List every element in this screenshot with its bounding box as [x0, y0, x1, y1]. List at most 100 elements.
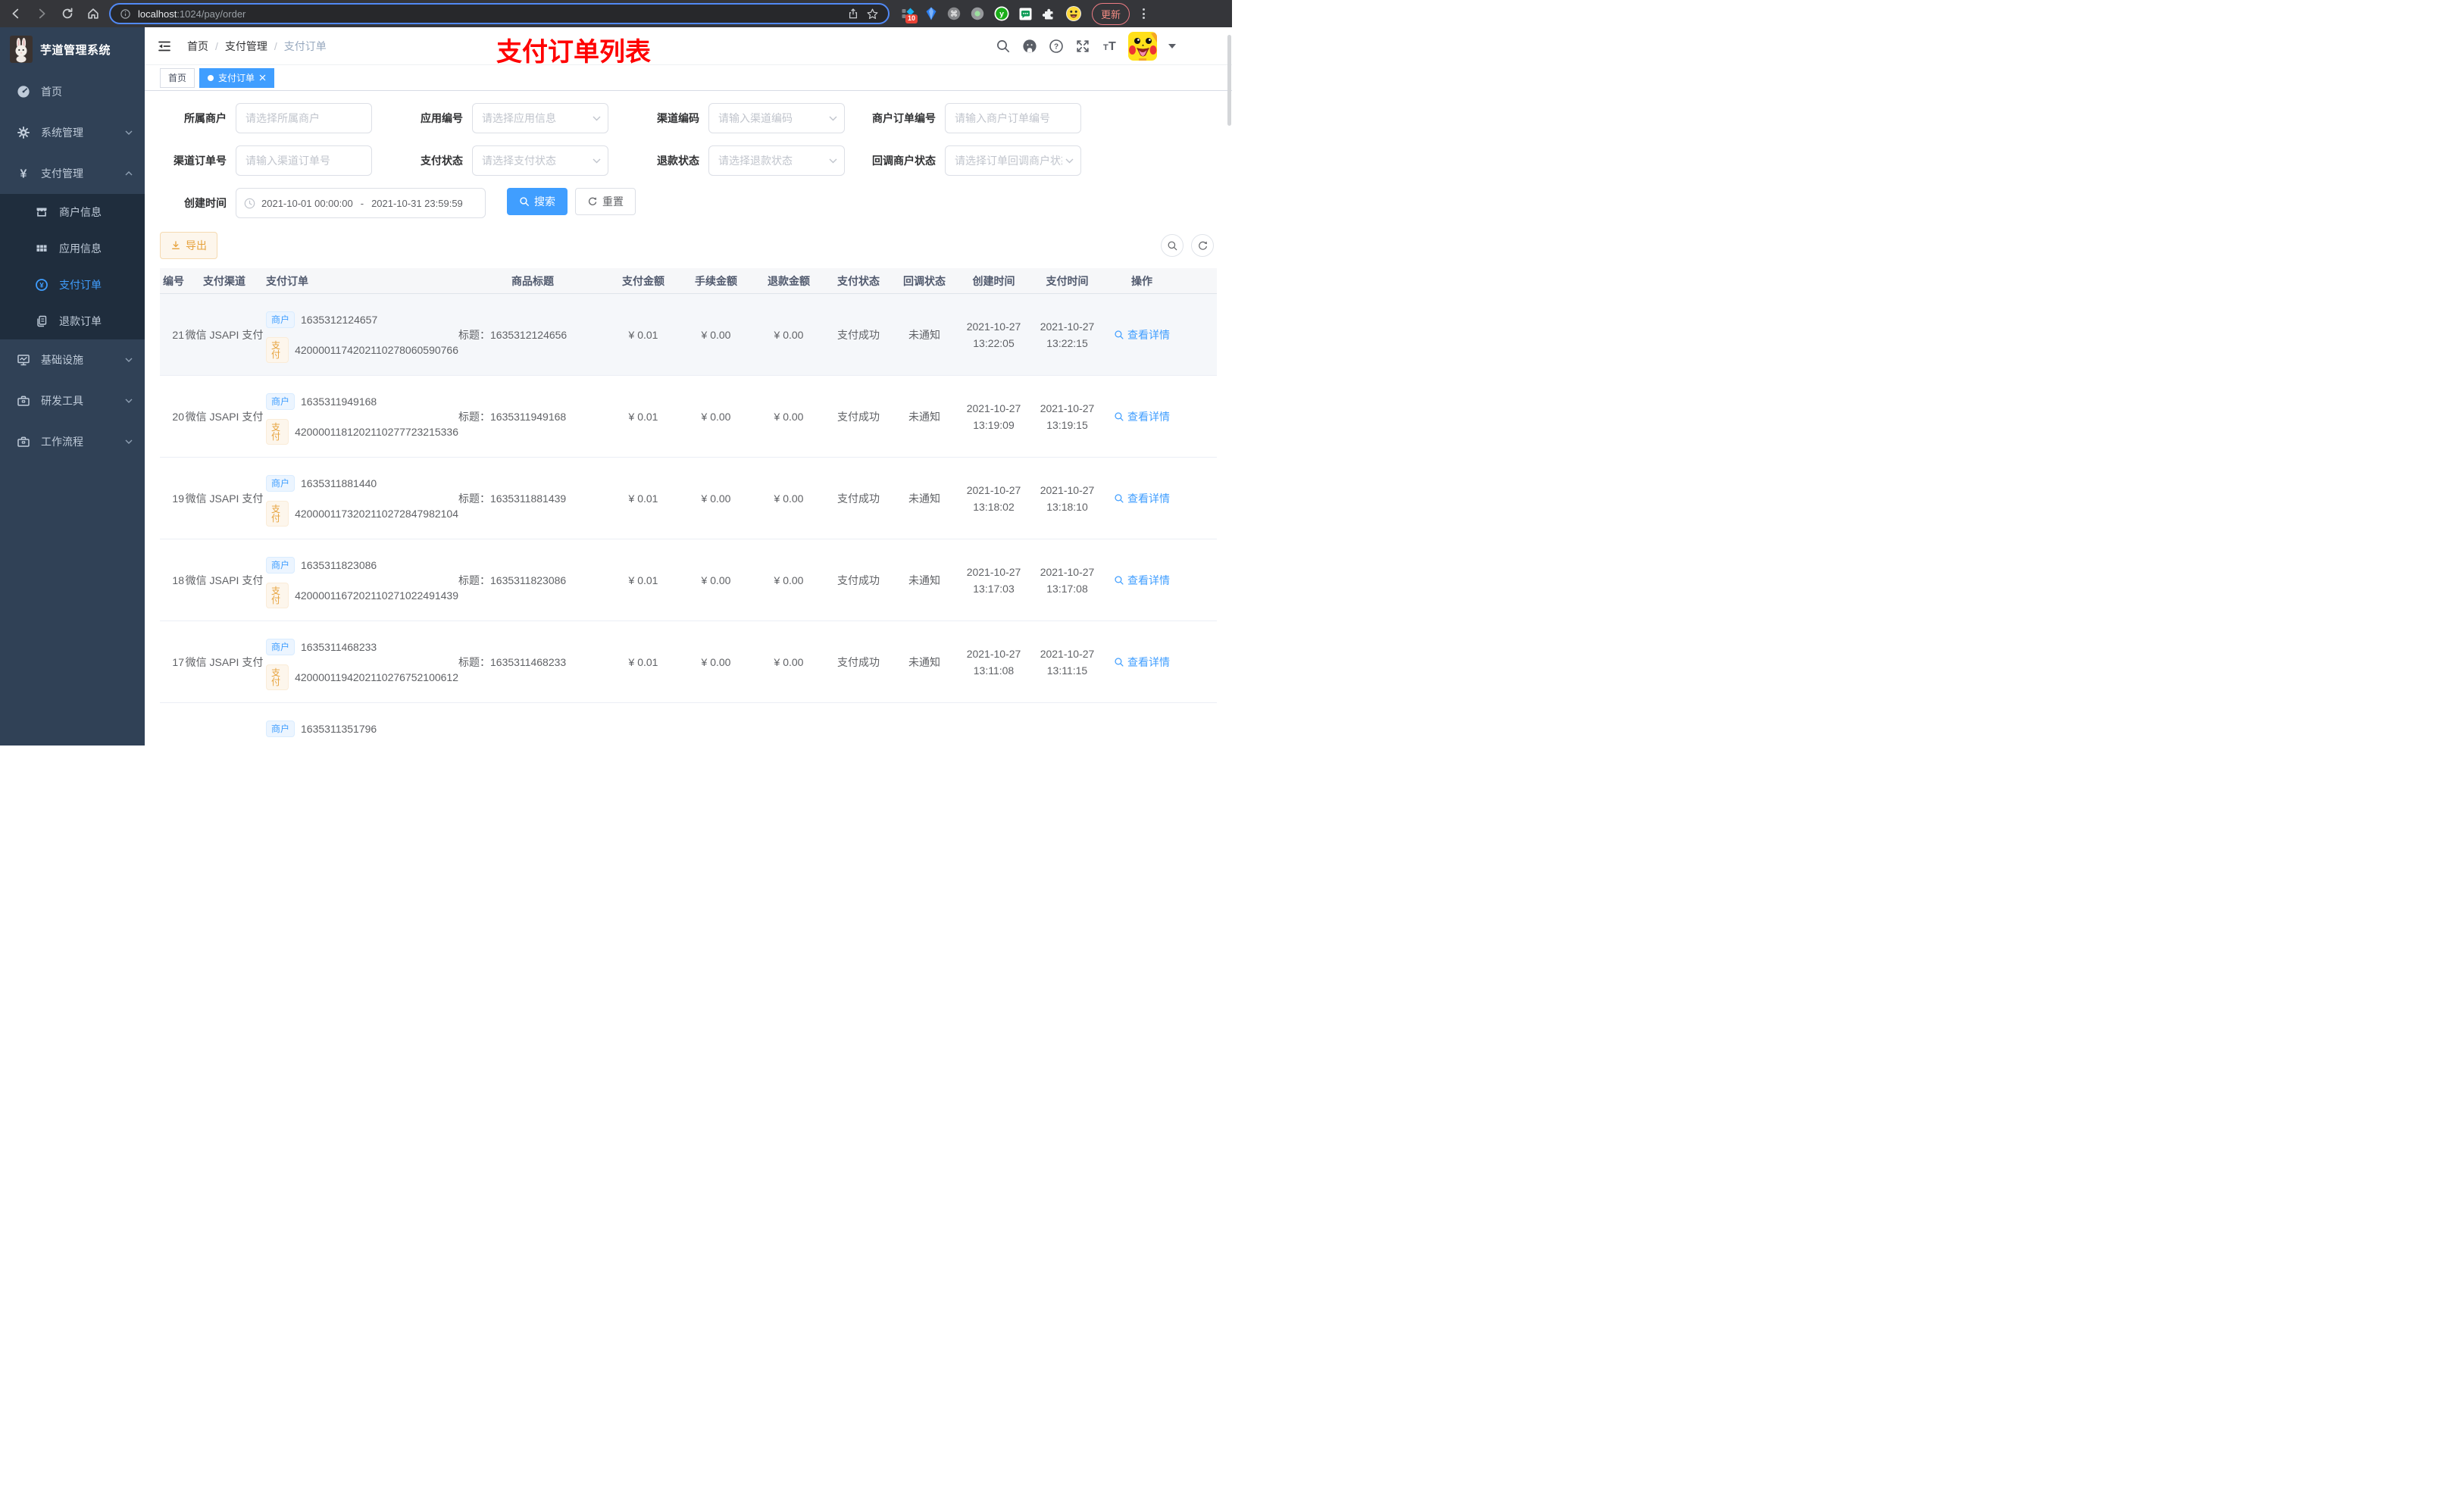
bookmark-star-icon[interactable]	[866, 8, 879, 20]
notify-status-select[interactable]: 请选择订单回调商户状态	[945, 145, 1081, 176]
sidebar-item-refund-order[interactable]: 退款订单	[0, 303, 145, 339]
cell-create-time: 2021-10-27 13:19:09	[966, 402, 1021, 431]
sidebar-item-infra[interactable]: 基础设施	[0, 339, 145, 380]
cell-fee-amount: ¥ 0.00	[701, 329, 731, 341]
github-icon[interactable]	[1022, 39, 1037, 54]
merchant-order-no-input[interactable]: 请输入商户订单编号	[945, 103, 1081, 133]
tab-close-icon[interactable]	[259, 74, 266, 81]
merchant-select[interactable]: 请选择所属商户	[236, 103, 372, 133]
search-icon	[1115, 576, 1124, 585]
table-row: 19 微信 JSAPI 支付 商户 1635311881440 支付 42000…	[160, 458, 1217, 539]
cell-pay-time: 2021-10-27 13:19:15	[1040, 402, 1095, 431]
breadcrumb: 首页 / 支付管理 / 支付订单	[187, 39, 327, 54]
fullscreen-icon[interactable]	[1075, 39, 1090, 54]
cell-pay-order: 商户 1635311351796 支付	[264, 703, 458, 746]
refresh-table-button[interactable]	[1191, 234, 1214, 257]
cell-refund-amount: ¥ 0.00	[774, 411, 804, 423]
merchant-tag: 商户	[266, 311, 295, 328]
extension-y-icon[interactable]: y	[994, 6, 1009, 21]
merchant-order-line: 商户 1635312124657	[266, 309, 377, 330]
breadcrumb-pay[interactable]: 支付管理	[225, 39, 267, 54]
url-text: localhost:1024/pay/order	[138, 8, 246, 20]
sidebar-item-workflow[interactable]: 工作流程	[0, 421, 145, 462]
app-select[interactable]: 请选择应用信息	[472, 103, 608, 133]
browser-chrome: localhost:1024/pay/order 10 ⌘ y 更新	[0, 0, 1232, 27]
cell-pay-time: 2021-10-27 13:18:10	[1040, 484, 1095, 513]
download-icon	[172, 241, 180, 249]
search-button[interactable]: 搜索	[507, 188, 568, 215]
view-detail-link[interactable]: 查看详情	[1114, 573, 1170, 588]
refresh-icon	[1198, 241, 1207, 250]
merchant-order-no: 1635311468233	[301, 641, 377, 653]
filter-pay-status: 支付状态 请选择支付状态	[396, 145, 633, 176]
create-time-range-picker[interactable]: 2021-10-01 00:00:00 - 2021-10-31 23:59:5…	[236, 188, 486, 218]
filter-app: 应用编号 请选择应用信息	[396, 103, 633, 133]
table-header: 编号 支付渠道 支付订单 商品标题 支付金额 手续金额 退款金额 支付状态 回调…	[160, 268, 1217, 294]
site-info-icon[interactable]	[120, 8, 131, 20]
view-detail-link[interactable]: 查看详情	[1114, 491, 1170, 506]
sidebar-item-pay-order[interactable]: ¥ 支付订单	[0, 267, 145, 303]
cell-pay-status: 支付成功	[837, 656, 880, 668]
sidebar-item-app-info[interactable]: 应用信息	[0, 230, 145, 267]
sidebar-item-label: 应用信息	[59, 242, 102, 255]
merchant-order-no: 1635311949168	[301, 395, 377, 408]
chevron-down-icon	[125, 130, 133, 135]
sidebar-item-dev-tools[interactable]: 研发工具	[0, 380, 145, 421]
url-bar[interactable]: localhost:1024/pay/order	[109, 3, 890, 24]
reset-button[interactable]: 重置	[575, 188, 636, 215]
extensions-puzzle-icon[interactable]	[1042, 7, 1055, 20]
share-icon[interactable]	[847, 8, 859, 20]
caret-down-icon[interactable]	[1168, 43, 1176, 48]
profile-emoji-icon[interactable]	[1065, 5, 1082, 22]
cell-notify-status: 未通知	[908, 574, 940, 586]
extension-gem-icon[interactable]	[925, 7, 937, 20]
extension-diamond-icon[interactable]: 10	[902, 8, 918, 23]
window-scrollbar[interactable]	[1227, 35, 1231, 126]
logo-avatar	[10, 36, 33, 63]
tab-home[interactable]: 首页	[160, 67, 195, 88]
export-button[interactable]: 导出	[160, 232, 217, 259]
browser-update-button[interactable]: 更新	[1092, 2, 1130, 25]
sidebar-item-merchant-info[interactable]: 商户信息	[0, 194, 145, 230]
cell-title: 标题：1635311468233	[458, 656, 567, 668]
forward-icon[interactable]	[35, 7, 48, 20]
filter-notify-status: 回调商户状态 请选择订单回调商户状态	[869, 145, 1105, 176]
filter-refund-status: 退款状态 请选择退款状态	[633, 145, 869, 176]
chevron-down-icon	[125, 439, 133, 444]
toggle-search-button[interactable]	[1161, 234, 1184, 257]
yen-circle-icon: ¥	[36, 279, 48, 291]
refund-status-select[interactable]: 请选择退款状态	[708, 145, 845, 176]
pay-order-no: 4200001181202110277723215336	[295, 426, 458, 438]
cell-title: 标题：1635311881439	[458, 492, 567, 505]
browser-menu-icon[interactable]	[1140, 7, 1148, 20]
home-icon[interactable]	[86, 7, 100, 20]
pay-status-select[interactable]: 请选择支付状态	[472, 145, 608, 176]
svg-text:y: y	[999, 10, 1004, 19]
merchant-order-no: 1635311351796	[301, 723, 377, 735]
back-icon[interactable]	[9, 7, 23, 20]
extension-command-icon[interactable]: ⌘	[947, 7, 961, 20]
channel-order-no-input[interactable]: 请输入渠道订单号	[236, 145, 372, 176]
pay-order-no: 4200001173202110272847982104	[295, 508, 458, 520]
gear-icon	[17, 127, 30, 139]
sidebar-collapse-icon[interactable]	[157, 39, 172, 54]
user-avatar[interactable]	[1128, 31, 1157, 61]
view-detail-link[interactable]: 查看详情	[1114, 655, 1170, 670]
sidebar-item-pay[interactable]: ¥ 支付管理	[0, 153, 145, 194]
help-icon[interactable]: ?	[1049, 39, 1064, 54]
reload-icon[interactable]	[61, 7, 74, 20]
svg-text:⌘: ⌘	[950, 11, 958, 19]
font-size-icon[interactable]: TT	[1102, 39, 1117, 54]
sidebar-item-home[interactable]: 首页	[0, 71, 145, 112]
sidebar-item-system[interactable]: 系统管理	[0, 112, 145, 153]
view-detail-link[interactable]: 查看详情	[1114, 327, 1170, 342]
tab-pay-order[interactable]: 支付订单	[199, 67, 275, 88]
search-icon[interactable]	[996, 39, 1011, 54]
breadcrumb-home[interactable]: 首页	[187, 39, 208, 54]
extension-chat-icon[interactable]	[1019, 8, 1032, 20]
svg-text:T: T	[1108, 40, 1116, 53]
channel-code-select[interactable]: 请输入渠道编码	[708, 103, 845, 133]
extension-dot-icon[interactable]	[971, 7, 984, 20]
view-detail-link[interactable]: 查看详情	[1114, 409, 1170, 424]
cell-pay-order: 商户 1635312124657 支付 42000011742021102780…	[264, 294, 458, 376]
